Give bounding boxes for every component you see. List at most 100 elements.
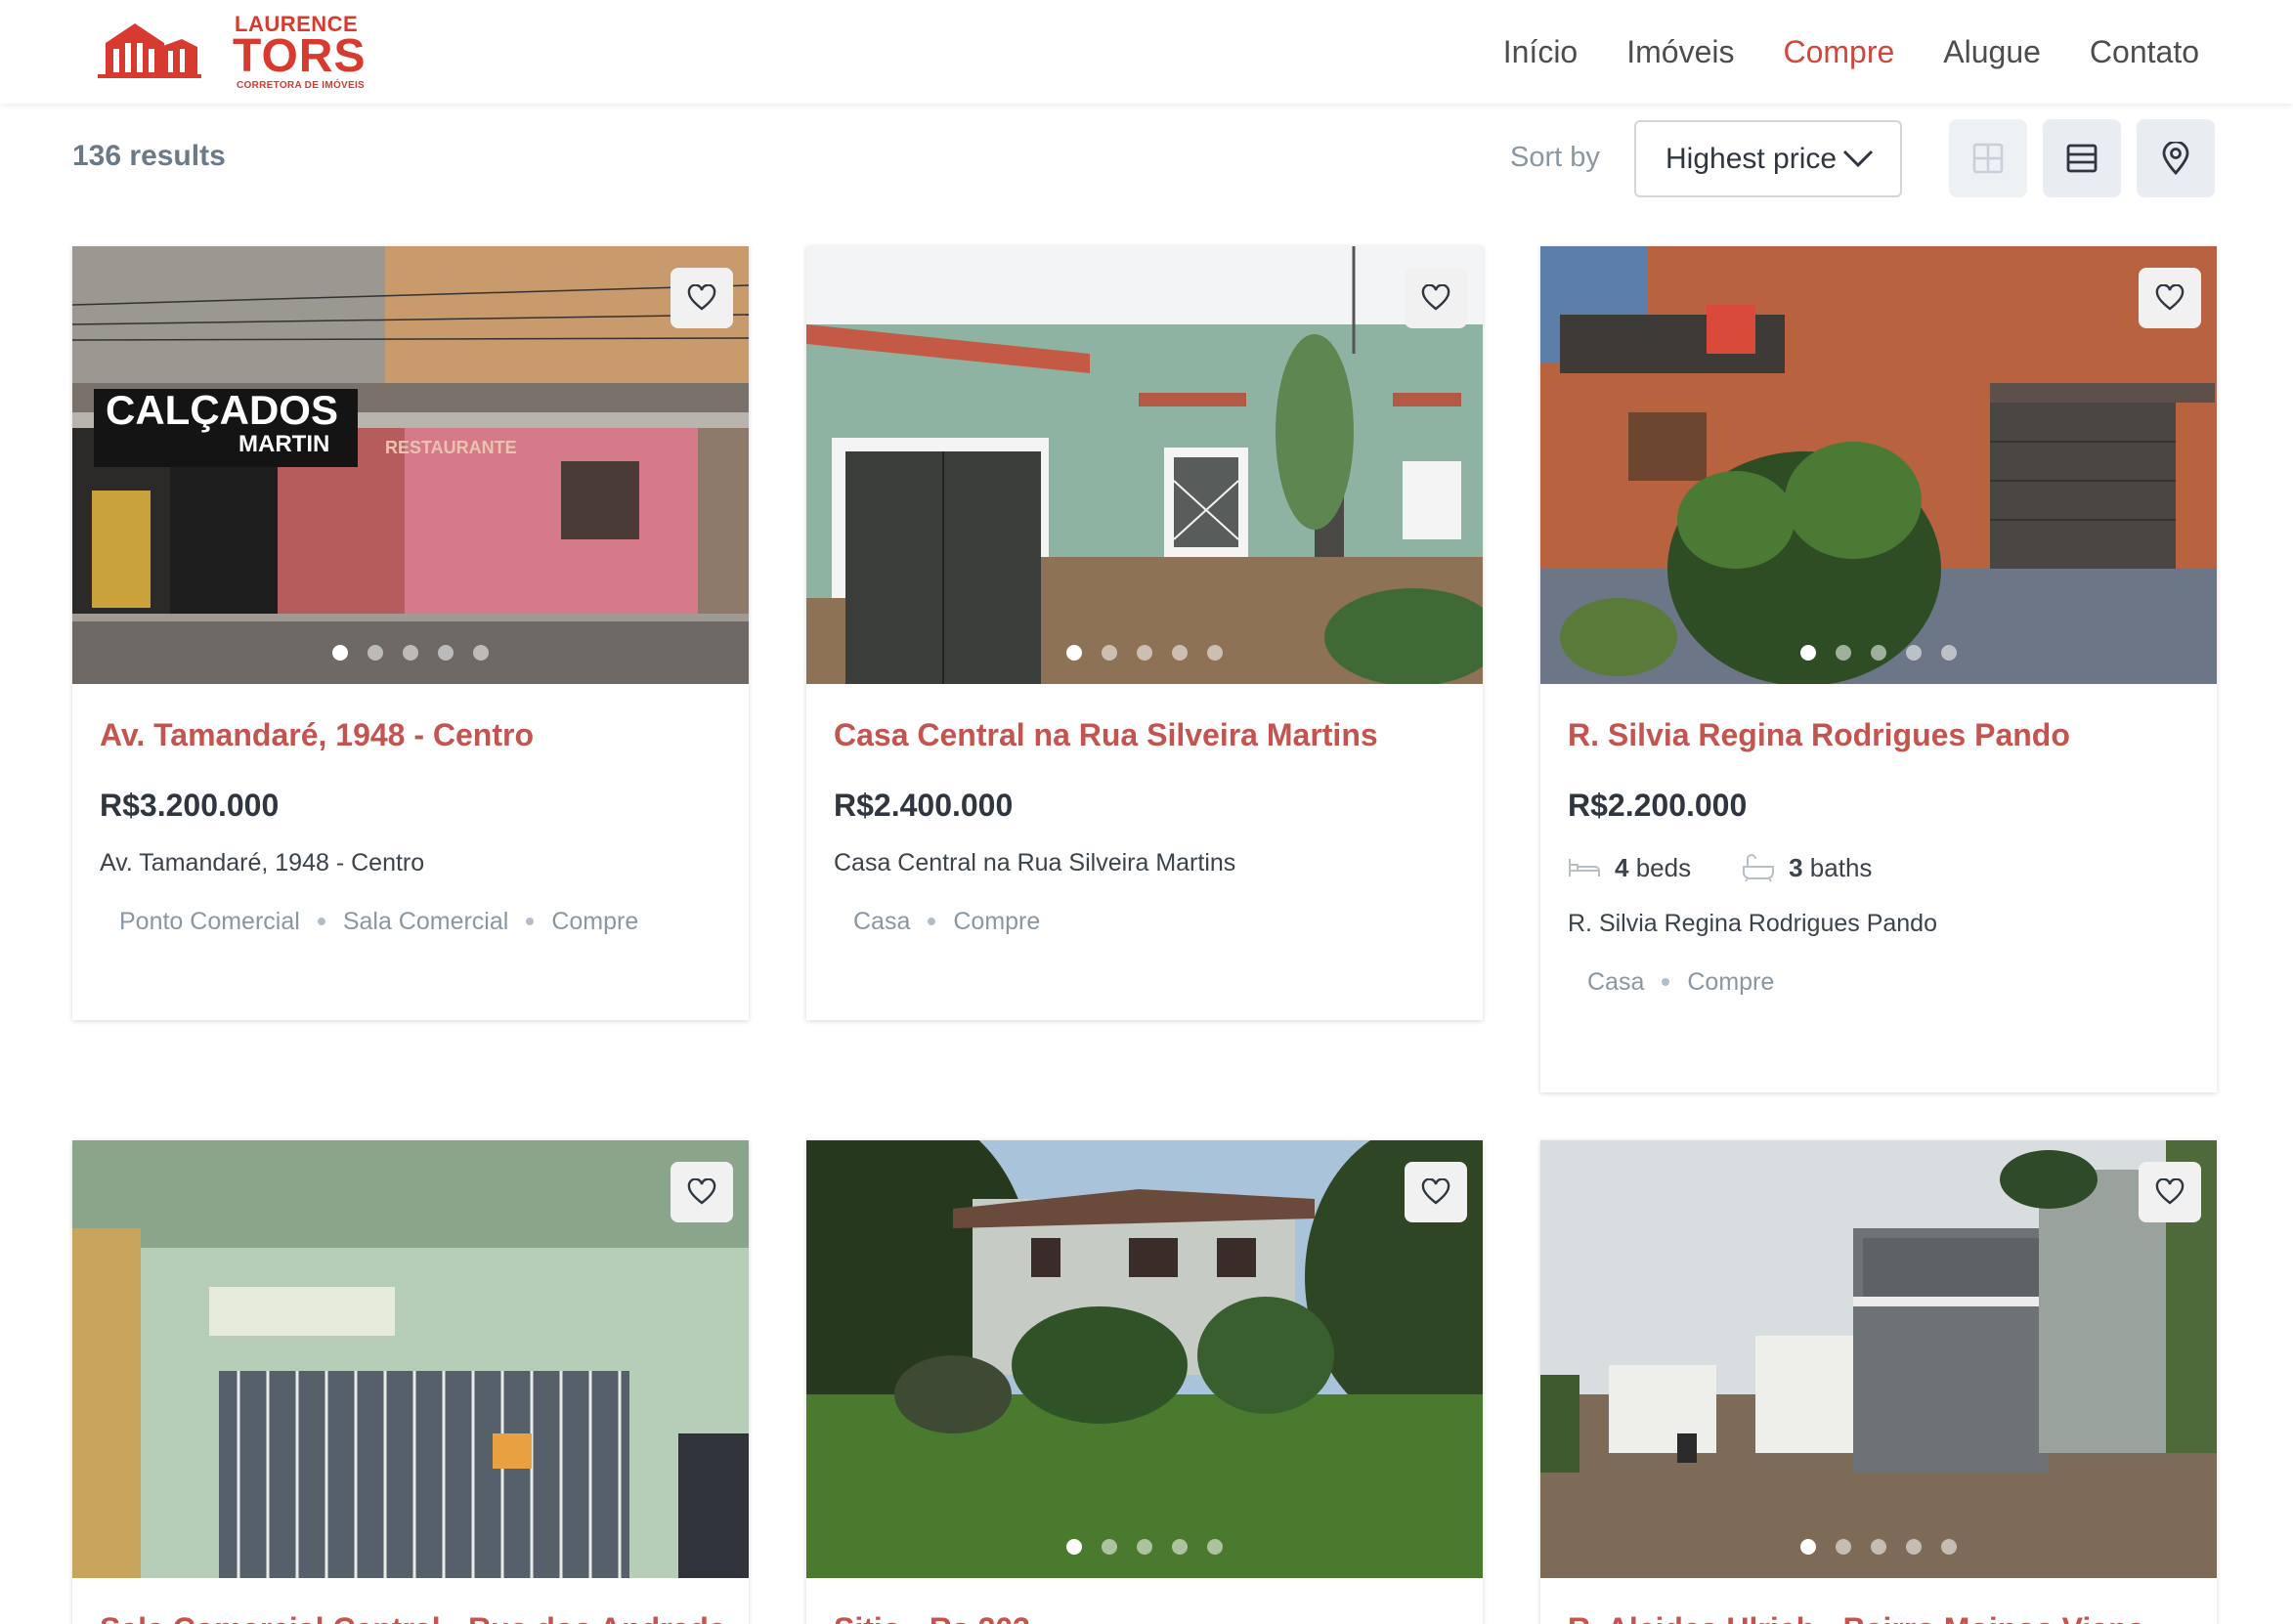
photo-carousel-dots (1540, 645, 2217, 661)
listing-title[interactable]: Casa Central na Rua Silveira Martins (834, 713, 1455, 756)
tag-separator (317, 918, 325, 925)
nav-item-alugue[interactable]: Alugue (1943, 27, 2041, 76)
carousel-dot[interactable] (1172, 645, 1188, 661)
list-view-button[interactable] (2043, 119, 2121, 197)
listing-photo[interactable] (72, 1140, 749, 1578)
listing-details: Casa Central na Rua Silveira Martins R$2… (806, 684, 1483, 940)
tag-separator (1662, 978, 1670, 986)
listing-card[interactable]: Sitio - Rs 203 (806, 1140, 1483, 1624)
logo-text-main: TORS (233, 30, 367, 82)
nav-item-compre[interactable]: Compre (1783, 27, 1894, 76)
logo-tagline: CORRETORA DE IMÓVEIS (237, 80, 366, 91)
commercial-facade-photo (72, 1140, 749, 1578)
carousel-dot[interactable] (1836, 1539, 1851, 1555)
favorite-button[interactable] (2139, 268, 2201, 328)
listing-card[interactable]: R. Alcides Ulrich - Bairro Moinos Viana (1540, 1140, 2217, 1624)
carousel-dot[interactable] (1800, 645, 1816, 661)
tag: Compre (953, 908, 1041, 935)
carousel-dot[interactable] (1941, 645, 1957, 661)
carousel-dot[interactable] (438, 645, 454, 661)
farm-house-photo (806, 1140, 1483, 1578)
carousel-dot[interactable] (1941, 1539, 1957, 1555)
house-photo (806, 246, 1483, 684)
listing-title[interactable]: Av. Tamandaré, 1948 - Centro (100, 713, 721, 756)
grid-view-button[interactable] (1949, 119, 2027, 197)
building-logo-icon (98, 23, 201, 78)
tag: Compre (551, 908, 639, 935)
carousel-dot[interactable] (1172, 1539, 1188, 1555)
map-pin-icon (2162, 142, 2189, 175)
listing-title[interactable]: Sitio - Rs 203 (834, 1607, 1455, 1624)
listing-details: R. Silvia Regina Rodrigues Pando R$2.200… (1540, 684, 2217, 1001)
carousel-dot[interactable] (1871, 645, 1886, 661)
listing-address: Casa Central na Rua Silveira Martins (834, 849, 1236, 876)
listing-photo[interactable] (806, 1140, 1483, 1578)
listing-card[interactable]: Casa Central na Rua Silveira Martins R$2… (806, 246, 1483, 1020)
carousel-dot[interactable] (1137, 645, 1152, 661)
carousel-dot[interactable] (403, 645, 418, 661)
photo-carousel-dots (1540, 1539, 2217, 1555)
carousel-dot[interactable] (1207, 1539, 1223, 1555)
favorite-button[interactable] (1405, 268, 1467, 328)
listing-title[interactable]: R. Alcides Ulrich - Bairro Moinos Viana (1568, 1607, 2189, 1624)
beds-spec: 4 beds (1568, 848, 1691, 887)
heart-icon (687, 284, 716, 311)
listing-title[interactable]: R. Silvia Regina Rodrigues Pando (1568, 713, 2189, 756)
baths-spec: 3 baths (1742, 848, 1872, 887)
carousel-dot[interactable] (1800, 1539, 1816, 1555)
heart-icon (1421, 1178, 1450, 1205)
sort-value: Highest price (1666, 142, 1838, 175)
listing-photo[interactable]: CALÇADOS MARTIN RESTAURANTE (72, 246, 749, 684)
listing-photo[interactable] (1540, 246, 2217, 684)
tag: Ponto Comercial (119, 908, 300, 935)
listing-tags: Casa Compre (834, 903, 1455, 940)
listing-price: R$3.200.000 (100, 788, 280, 823)
carousel-dot[interactable] (1066, 1539, 1082, 1555)
listing-title[interactable]: Sala Comercial Central - Rua dos Andrada… (100, 1607, 721, 1624)
photo-carousel-dots (806, 645, 1483, 661)
listing-photo[interactable] (1540, 1140, 2217, 1578)
baths-label: baths (1809, 853, 1873, 882)
favorite-button[interactable] (2139, 1162, 2201, 1222)
map-view-button[interactable] (2137, 119, 2215, 197)
heart-icon (1421, 284, 1450, 311)
carousel-dot[interactable] (1836, 645, 1851, 661)
main-nav: Início Imóveis Compre Alugue Contato (1503, 27, 2199, 76)
restaurant-sign-text: RESTAURANTE (385, 438, 517, 457)
nav-item-imoveis[interactable]: Imóveis (1626, 27, 1734, 76)
carousel-dot[interactable] (1906, 1539, 1922, 1555)
carousel-dot[interactable] (1066, 645, 1082, 661)
carousel-dot[interactable] (1207, 645, 1223, 661)
listing-details: R. Alcides Ulrich - Bairro Moinos Viana (1540, 1578, 2217, 1624)
tag: Casa (853, 908, 911, 935)
carousel-dot[interactable] (1906, 645, 1922, 661)
listing-card[interactable]: R. Silvia Regina Rodrigues Pando R$2.200… (1540, 246, 2217, 1092)
site-header: LAURENCE TORS CORRETORA DE IMÓVEIS Iníci… (0, 0, 2293, 104)
listing-price: R$2.200.000 (1568, 788, 1748, 823)
carousel-dot[interactable] (332, 645, 348, 661)
listing-card[interactable]: Sala Comercial Central - Rua dos Andrada… (72, 1140, 749, 1624)
two-story-house-photo (1540, 1140, 2217, 1578)
listing-tags: Ponto Comercial Sala Comercial Compre (100, 903, 721, 940)
favorite-button[interactable] (1405, 1162, 1467, 1222)
logo[interactable]: LAURENCE TORS CORRETORA DE IMÓVEIS (96, 10, 369, 94)
listing-details: Av. Tamandaré, 1948 - Centro R$3.200.000… (72, 684, 749, 940)
favorite-button[interactable] (671, 268, 733, 328)
carousel-dot[interactable] (368, 645, 383, 661)
storefront-photo: CALÇADOS MARTIN RESTAURANTE (72, 246, 749, 684)
carousel-dot[interactable] (473, 645, 489, 661)
carousel-dot[interactable] (1102, 645, 1117, 661)
nav-item-contato[interactable]: Contato (2090, 27, 2199, 76)
carousel-dot[interactable] (1137, 1539, 1152, 1555)
listing-price: R$2.400.000 (834, 788, 1014, 823)
tag-separator (526, 918, 535, 925)
carousel-dot[interactable] (1871, 1539, 1886, 1555)
listing-photo[interactable] (806, 246, 1483, 684)
listing-card[interactable]: CALÇADOS MARTIN RESTAURANTE Av. Tamandar… (72, 246, 749, 1020)
nav-item-inicio[interactable]: Início (1503, 27, 1578, 76)
carousel-dot[interactable] (1102, 1539, 1117, 1555)
store-sign-text: CALÇADOS (106, 387, 338, 433)
favorite-button[interactable] (671, 1162, 733, 1222)
photo-carousel-dots (806, 1539, 1483, 1555)
sort-select[interactable]: Highest price (1634, 120, 1902, 197)
